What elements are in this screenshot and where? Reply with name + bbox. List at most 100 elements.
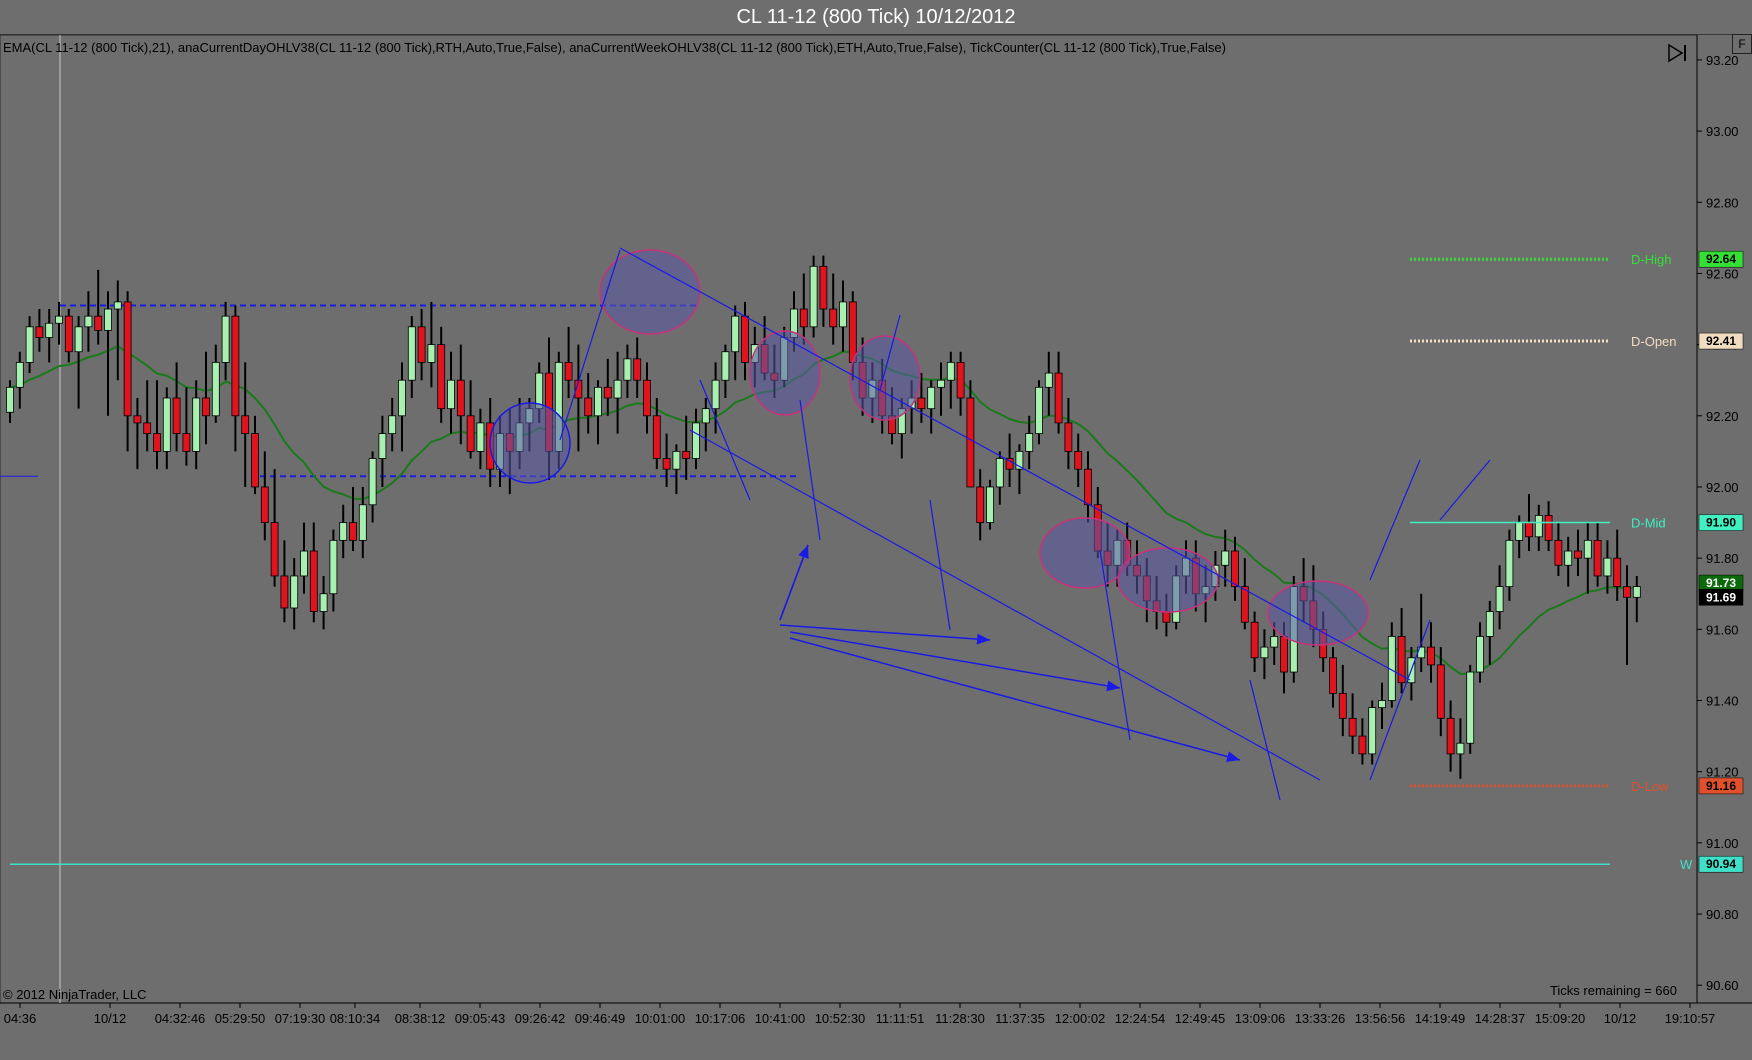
skip-to-end-icon[interactable] (1666, 42, 1690, 64)
highlight-ellipse (489, 402, 571, 484)
x-tick-label: 09:05:43 (455, 1011, 506, 1026)
x-tick-label: 10:17:06 (695, 1011, 746, 1026)
candle-body (45, 322, 54, 338)
candle-body (447, 379, 455, 410)
candle-body (584, 397, 593, 417)
candle-body (1485, 611, 1494, 637)
candle-body (613, 379, 622, 399)
candle-body (741, 315, 749, 363)
candle-body (1074, 450, 1083, 470)
candle-body (701, 408, 710, 424)
candle-body (280, 575, 289, 609)
x-tick-label: 10:52:30 (815, 1011, 866, 1026)
candle-body (398, 379, 406, 417)
y-tick-label: 92.20 (1706, 409, 1739, 424)
x-tick-label: 13:33:26 (1295, 1011, 1346, 1026)
candle-body (1064, 422, 1073, 452)
candle-body (1544, 515, 1553, 541)
candle-body (721, 351, 730, 381)
candle-body (466, 415, 475, 452)
candle-body (456, 379, 465, 417)
candle-body (1603, 557, 1612, 577)
highlight-ellipse (749, 330, 821, 416)
candle-body (1358, 735, 1367, 755)
candle-body (270, 522, 279, 577)
level-label-w-low: W (1680, 857, 1693, 872)
candle-body (1476, 636, 1484, 673)
x-tick-label: 09:26:42 (515, 1011, 566, 1026)
candle-body (368, 458, 377, 506)
trend-line (1369, 459, 1421, 581)
candle-body (319, 593, 328, 612)
y-tick-label: 93.20 (1706, 53, 1739, 68)
candle-body (1084, 468, 1092, 506)
candle-body (133, 415, 142, 424)
candle-body (1466, 671, 1475, 744)
indicator-legend: EMA(CL 11-12 (800 Tick),21), anaCurrentD… (3, 40, 1226, 55)
candle-body (64, 315, 73, 353)
candle-body (329, 539, 338, 595)
candle-body (202, 397, 210, 417)
candle-body (986, 486, 994, 523)
candle-body (1495, 586, 1504, 612)
candle-body (1593, 539, 1602, 577)
x-tick-label: 12:49:45 (1175, 1011, 1226, 1026)
candle-body (74, 326, 83, 353)
price-box-label: 92.41 (1706, 334, 1736, 348)
candle-body (221, 315, 230, 363)
candle-body (94, 315, 103, 331)
arrow-line (789, 637, 1241, 761)
price-chart[interactable]: EMA(CL 11-12 (800 Tick),21), anaCurrentD… (0, 0, 1752, 1060)
candle-body (956, 362, 965, 399)
candle-body (1583, 539, 1592, 559)
x-tick-label: 10/12 (94, 1011, 127, 1026)
candle-body (672, 450, 681, 470)
x-tick-label: 14:19:49 (1415, 1011, 1466, 1026)
level-label-d-open: D-Open (1631, 334, 1677, 349)
candle-body (1054, 372, 1063, 424)
candle-body (1044, 372, 1053, 388)
candle-body (1162, 611, 1171, 623)
x-tick-label: 19:10:57 (1665, 1011, 1716, 1026)
candle-body (84, 315, 93, 328)
candle-body (113, 301, 122, 310)
level-label-d-high: D-High (1631, 252, 1671, 267)
arrow-head (1226, 751, 1240, 762)
candle-body (1270, 636, 1279, 648)
highlight-ellipse (849, 335, 921, 421)
candle-body (682, 450, 691, 459)
candle-body (260, 486, 269, 523)
candle-body (1632, 586, 1641, 598)
candle-body (172, 397, 181, 434)
candle-body (231, 315, 240, 417)
candle-body (1231, 550, 1239, 588)
candle-body (829, 308, 838, 328)
candle-body (692, 422, 700, 459)
candle-body (1250, 621, 1259, 659)
x-tick-label: 10/12 (1604, 1011, 1637, 1026)
level-label-d-low: D-Low (1631, 779, 1669, 794)
x-tick-label: 10:41:00 (755, 1011, 806, 1026)
candle-body (711, 379, 720, 410)
candle-body (417, 326, 426, 363)
candle-body (309, 550, 318, 612)
x-tick-label: 08:10:34 (330, 1011, 381, 1026)
y-tick-label: 93.00 (1706, 124, 1739, 139)
candle-body (976, 486, 985, 523)
trend-line (1439, 459, 1491, 521)
candle-body (339, 522, 348, 541)
candle-body (251, 433, 259, 488)
highlight-ellipse (1117, 547, 1219, 613)
expand-icon[interactable]: F (1732, 34, 1752, 54)
arrow-head (1106, 680, 1120, 692)
candle-body (917, 397, 926, 410)
candle-body (427, 344, 436, 363)
candle-body (1623, 586, 1631, 598)
candle-body (1534, 515, 1543, 538)
candle-body (1515, 522, 1524, 541)
x-tick-label: 11:28:30 (935, 1011, 985, 1026)
highlight-ellipse (599, 249, 701, 335)
arrow-line (779, 624, 991, 641)
candle-body (652, 415, 661, 459)
x-tick-label: 04:32:46 (155, 1011, 206, 1026)
